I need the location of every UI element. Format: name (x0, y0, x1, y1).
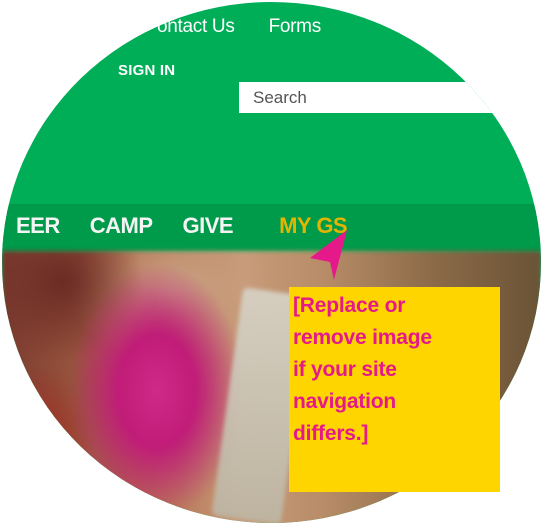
nav-items: EER CAMP GIVE MY GS (16, 211, 348, 241)
callout-line: differs.] (293, 422, 369, 445)
nav-item-volunteer[interactable]: EER (16, 211, 60, 241)
forms-link[interactable]: Forms (269, 16, 322, 38)
pointer-arrow-icon (310, 230, 347, 280)
callout-line: navigation (293, 390, 397, 413)
contact-us-link[interactable]: ontact Us (157, 16, 235, 38)
callout-line: remove image (293, 326, 432, 349)
utility-links: ontact Us Forms (157, 16, 321, 38)
nav-item-camp[interactable]: CAMP (90, 211, 153, 241)
nav-item-give[interactable]: GIVE (183, 211, 234, 241)
sign-in-link[interactable]: SIGN IN (118, 62, 175, 79)
callout-line: [Replace or (293, 294, 406, 317)
search-input[interactable] (239, 82, 541, 113)
instruction-callout: [Replace or remove image if your site na… (289, 287, 500, 492)
callout-line: if your site (293, 358, 397, 381)
